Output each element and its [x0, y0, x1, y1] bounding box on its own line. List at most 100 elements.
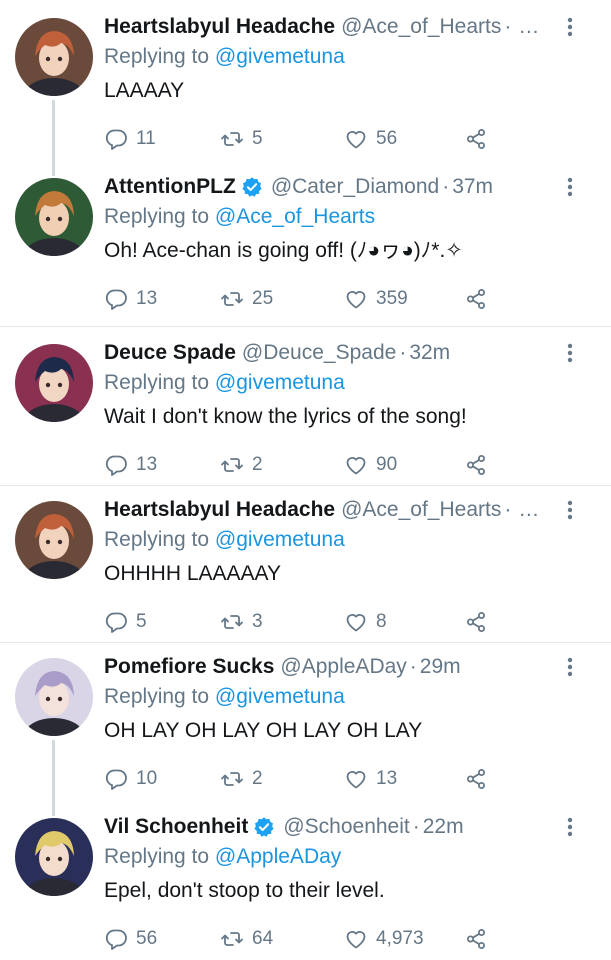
- avatar[interactable]: [15, 344, 93, 422]
- reply-button[interactable]: 5: [104, 607, 147, 637]
- share-button[interactable]: [464, 607, 488, 637]
- avatar[interactable]: [15, 18, 93, 96]
- reply-button[interactable]: 13: [104, 284, 157, 314]
- display-name[interactable]: Vil Schoenheit: [104, 812, 248, 842]
- display-name[interactable]: Heartslabyul Headache: [104, 12, 335, 42]
- tweet[interactable]: AttentionPLZ @Cater_Diamond · 37m Replyi…: [0, 172, 611, 322]
- user-handle[interactable]: @Ace_of_Hearts: [341, 12, 501, 42]
- like-button[interactable]: 13: [344, 764, 397, 794]
- timestamp[interactable]: 29m: [420, 652, 461, 682]
- truncation-ellipsis: …: [518, 498, 540, 521]
- user-handle[interactable]: @AppleADay: [280, 652, 406, 682]
- avatar[interactable]: [15, 818, 93, 896]
- reply-button[interactable]: 13: [104, 450, 157, 480]
- replying-to-mention[interactable]: @givemetuna: [215, 528, 345, 551]
- reply-button[interactable]: 56: [104, 924, 157, 954]
- tweet[interactable]: Vil Schoenheit @Schoenheit · 22m Replyin…: [0, 812, 611, 960]
- avatar[interactable]: [15, 178, 93, 256]
- retweet-button[interactable]: 25: [220, 284, 273, 314]
- retweet-button[interactable]: 64: [220, 924, 273, 954]
- reply-icon: [105, 929, 127, 950]
- more-options-icon[interactable]: [559, 656, 581, 678]
- avatar-image: [15, 818, 93, 896]
- replying-to: Replying to @givemetuna: [104, 525, 345, 555]
- more-options-icon[interactable]: [559, 499, 581, 521]
- display-name[interactable]: Deuce Spade: [104, 338, 236, 368]
- tweet-text: OH LAY OH LAY OH LAY OH LAY: [104, 719, 423, 742]
- like-button[interactable]: 56: [344, 124, 397, 154]
- heart-icon: [346, 614, 366, 632]
- tweet-header: Heartslabyul Headache @Ace_of_Hearts · …: [104, 495, 551, 525]
- user-handle[interactable]: @Schoenheit: [283, 812, 409, 842]
- tweet[interactable]: Heartslabyul Headache @Ace_of_Hearts · ……: [0, 495, 611, 645]
- like-button[interactable]: 359: [344, 284, 408, 314]
- retweet-count: 5: [252, 128, 263, 149]
- more-options-icon[interactable]: [559, 342, 581, 364]
- verified-badge-icon: [241, 176, 263, 198]
- replying-to-label: Replying to: [104, 45, 210, 68]
- avatar[interactable]: [15, 501, 93, 579]
- reply-count: 56: [136, 928, 158, 949]
- reply-count: 13: [136, 454, 158, 475]
- share-button[interactable]: [464, 450, 488, 480]
- heart-icon: [346, 291, 366, 309]
- retweet-count: 3: [252, 611, 263, 632]
- more-options-icon[interactable]: [559, 816, 581, 838]
- like-button[interactable]: 90: [344, 450, 397, 480]
- tweet-divider: [0, 642, 611, 643]
- replying-to: Replying to @givemetuna: [104, 682, 345, 712]
- like-count: 90: [376, 454, 398, 475]
- retweet-button[interactable]: 3: [220, 607, 263, 637]
- replying-to-mention[interactable]: @givemetuna: [215, 371, 345, 394]
- truncation-ellipsis: …: [518, 15, 540, 38]
- separator-dot: ·: [412, 815, 420, 838]
- reply-icon: [105, 455, 127, 476]
- retweet-count: 2: [252, 768, 263, 789]
- avatar[interactable]: [15, 658, 93, 736]
- replying-to-mention[interactable]: @Ace_of_Hearts: [215, 205, 375, 228]
- share-icon: [467, 289, 485, 309]
- retweet-button[interactable]: 2: [220, 764, 263, 794]
- share-button[interactable]: [464, 124, 488, 154]
- retweet-button[interactable]: 2: [220, 450, 263, 480]
- like-count: 13: [376, 768, 398, 789]
- share-button[interactable]: [464, 284, 488, 314]
- replying-to-label: Replying to: [104, 845, 210, 868]
- replying-to: Replying to @AppleADay: [104, 842, 341, 872]
- user-handle[interactable]: @Cater_Diamond: [271, 172, 439, 202]
- replying-to-label: Replying to: [104, 205, 210, 228]
- replying-to: Replying to @Ace_of_Hearts: [104, 202, 375, 232]
- more-options-icon[interactable]: [559, 16, 581, 38]
- like-count: 359: [376, 288, 408, 309]
- display-name[interactable]: Heartslabyul Headache: [104, 495, 335, 525]
- share-button[interactable]: [464, 924, 488, 954]
- share-button[interactable]: [464, 764, 488, 794]
- heart-icon: [346, 131, 366, 149]
- more-options-icon[interactable]: [559, 176, 581, 198]
- display-name[interactable]: Pomefiore Sucks: [104, 652, 274, 682]
- user-handle[interactable]: @Ace_of_Hearts: [341, 495, 501, 525]
- tweet[interactable]: Pomefiore Sucks @AppleADay · 29m Replyin…: [0, 652, 611, 802]
- replying-to-mention[interactable]: @givemetuna: [215, 45, 345, 68]
- like-count: 4,973: [376, 928, 424, 949]
- tweet[interactable]: Heartslabyul Headache @Ace_of_Hearts · ……: [0, 12, 611, 162]
- user-handle[interactable]: @Deuce_Spade: [242, 338, 396, 368]
- like-button[interactable]: 4,973: [344, 924, 424, 954]
- display-name[interactable]: AttentionPLZ: [104, 172, 236, 202]
- timestamp[interactable]: 22m: [423, 812, 464, 842]
- reply-button[interactable]: 11: [104, 124, 156, 154]
- replying-to-mention[interactable]: @AppleADay: [215, 845, 341, 868]
- retweet-icon: [221, 772, 243, 786]
- reply-button[interactable]: 10: [104, 764, 157, 794]
- reply-count: 5: [136, 611, 147, 632]
- replying-to-mention[interactable]: @givemetuna: [215, 685, 345, 708]
- like-count: 56: [376, 128, 398, 149]
- like-button[interactable]: 8: [344, 607, 387, 637]
- tweet[interactable]: Deuce Spade @Deuce_Spade · 32m Replying …: [0, 338, 611, 488]
- reply-icon: [105, 289, 127, 310]
- separator-dot: ·: [504, 15, 512, 38]
- timestamp[interactable]: 32m: [409, 338, 450, 368]
- retweet-button[interactable]: 5: [220, 124, 263, 154]
- timestamp[interactable]: 37m: [452, 172, 493, 202]
- avatar-image: [15, 178, 93, 256]
